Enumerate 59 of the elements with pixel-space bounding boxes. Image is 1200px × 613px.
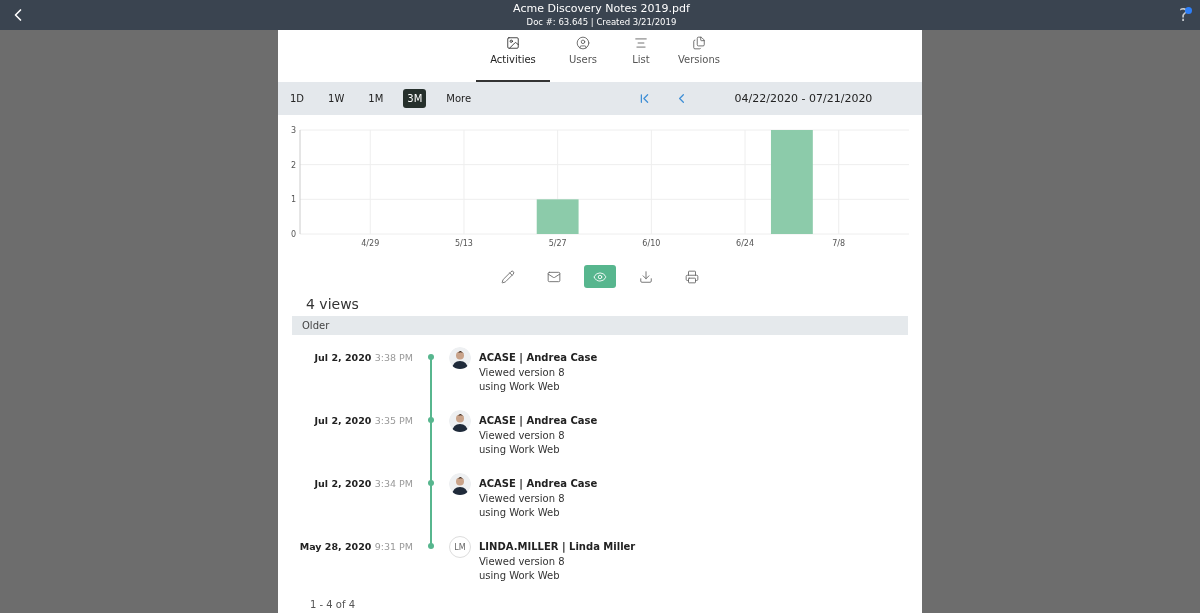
avatar xyxy=(449,473,471,495)
y-tick-label: 1 xyxy=(290,195,296,205)
chart-bar xyxy=(536,199,579,234)
tab[interactable]: List xyxy=(616,30,666,82)
event-action: Viewed version 8 xyxy=(479,492,566,506)
envelope-icon xyxy=(547,269,561,284)
event-action: Viewed version 8 xyxy=(479,366,566,380)
range-button[interactable]: 1W xyxy=(324,89,349,108)
event-time: 3:38 PM xyxy=(374,352,413,363)
event-date: May 28, 2020 xyxy=(299,541,372,552)
user-icon xyxy=(576,36,590,50)
avatar xyxy=(449,347,471,369)
y-tick-label: 0 xyxy=(290,230,296,239)
view-count: 4 views xyxy=(306,296,360,312)
x-tick-label: 6/24 xyxy=(736,239,754,248)
event-source: using Work Web xyxy=(479,443,561,457)
pencil-icon xyxy=(501,269,515,284)
event-time: 3:34 PM xyxy=(374,478,413,489)
files-icon xyxy=(692,36,706,50)
document-info: Doc #: 63.645 | Created 3/21/2019 xyxy=(526,16,677,28)
printer-icon xyxy=(685,269,699,284)
event-date: Jul 2, 2020 xyxy=(314,352,372,363)
x-tick-label: 4/29 xyxy=(361,239,380,248)
download-icon xyxy=(639,269,653,284)
x-tick-label: 7/8 xyxy=(832,239,846,248)
x-tick-label: 5/13 xyxy=(455,239,473,248)
event-time: 3:35 PM xyxy=(374,415,413,426)
event-source: using Work Web xyxy=(479,506,561,520)
user-name: LINDA.MILLER | Linda Miller xyxy=(479,540,637,553)
user-name: ACASE | Andrea Case xyxy=(479,477,599,490)
eye-icon xyxy=(593,269,607,284)
event-date: Jul 2, 2020 xyxy=(314,478,372,489)
list-icon xyxy=(634,36,648,50)
range-button[interactable]: 3M xyxy=(403,89,427,108)
view-button[interactable] xyxy=(584,265,616,288)
avatar xyxy=(449,410,471,432)
tab[interactable]: Versions xyxy=(674,30,724,82)
y-tick-label: 3 xyxy=(290,126,296,135)
tab[interactable]: Users xyxy=(558,30,608,82)
event-action: Viewed version 8 xyxy=(479,555,566,569)
event-date: Jul 2, 2020 xyxy=(314,415,372,426)
user-name: ACASE | Andrea Case xyxy=(479,414,599,427)
image-icon xyxy=(506,36,520,50)
event-source: using Work Web xyxy=(479,380,561,394)
range-button[interactable]: 1M xyxy=(364,89,388,108)
group-header: Older xyxy=(292,316,908,335)
event-time: 9:31 PM xyxy=(374,541,413,552)
y-tick-label: 2 xyxy=(290,160,296,170)
pagination-info: 1 - 4 of 4 xyxy=(310,599,357,610)
range-button[interactable]: 1D xyxy=(286,89,309,108)
event-action: Viewed version 8 xyxy=(479,429,566,443)
x-tick-label: 5/27 xyxy=(548,239,567,248)
initials-avatar: LM xyxy=(449,536,471,558)
user-name: ACASE | Andrea Case xyxy=(479,351,599,364)
event-source: using Work Web xyxy=(479,569,561,583)
x-tick-label: 6/10 xyxy=(642,239,661,248)
date-range: 04/22/2020 - 07/21/2020 xyxy=(733,92,874,105)
range-button[interactable]: More xyxy=(442,89,476,108)
document-title: Acme Discovery Notes 2019.pdf xyxy=(513,2,690,16)
